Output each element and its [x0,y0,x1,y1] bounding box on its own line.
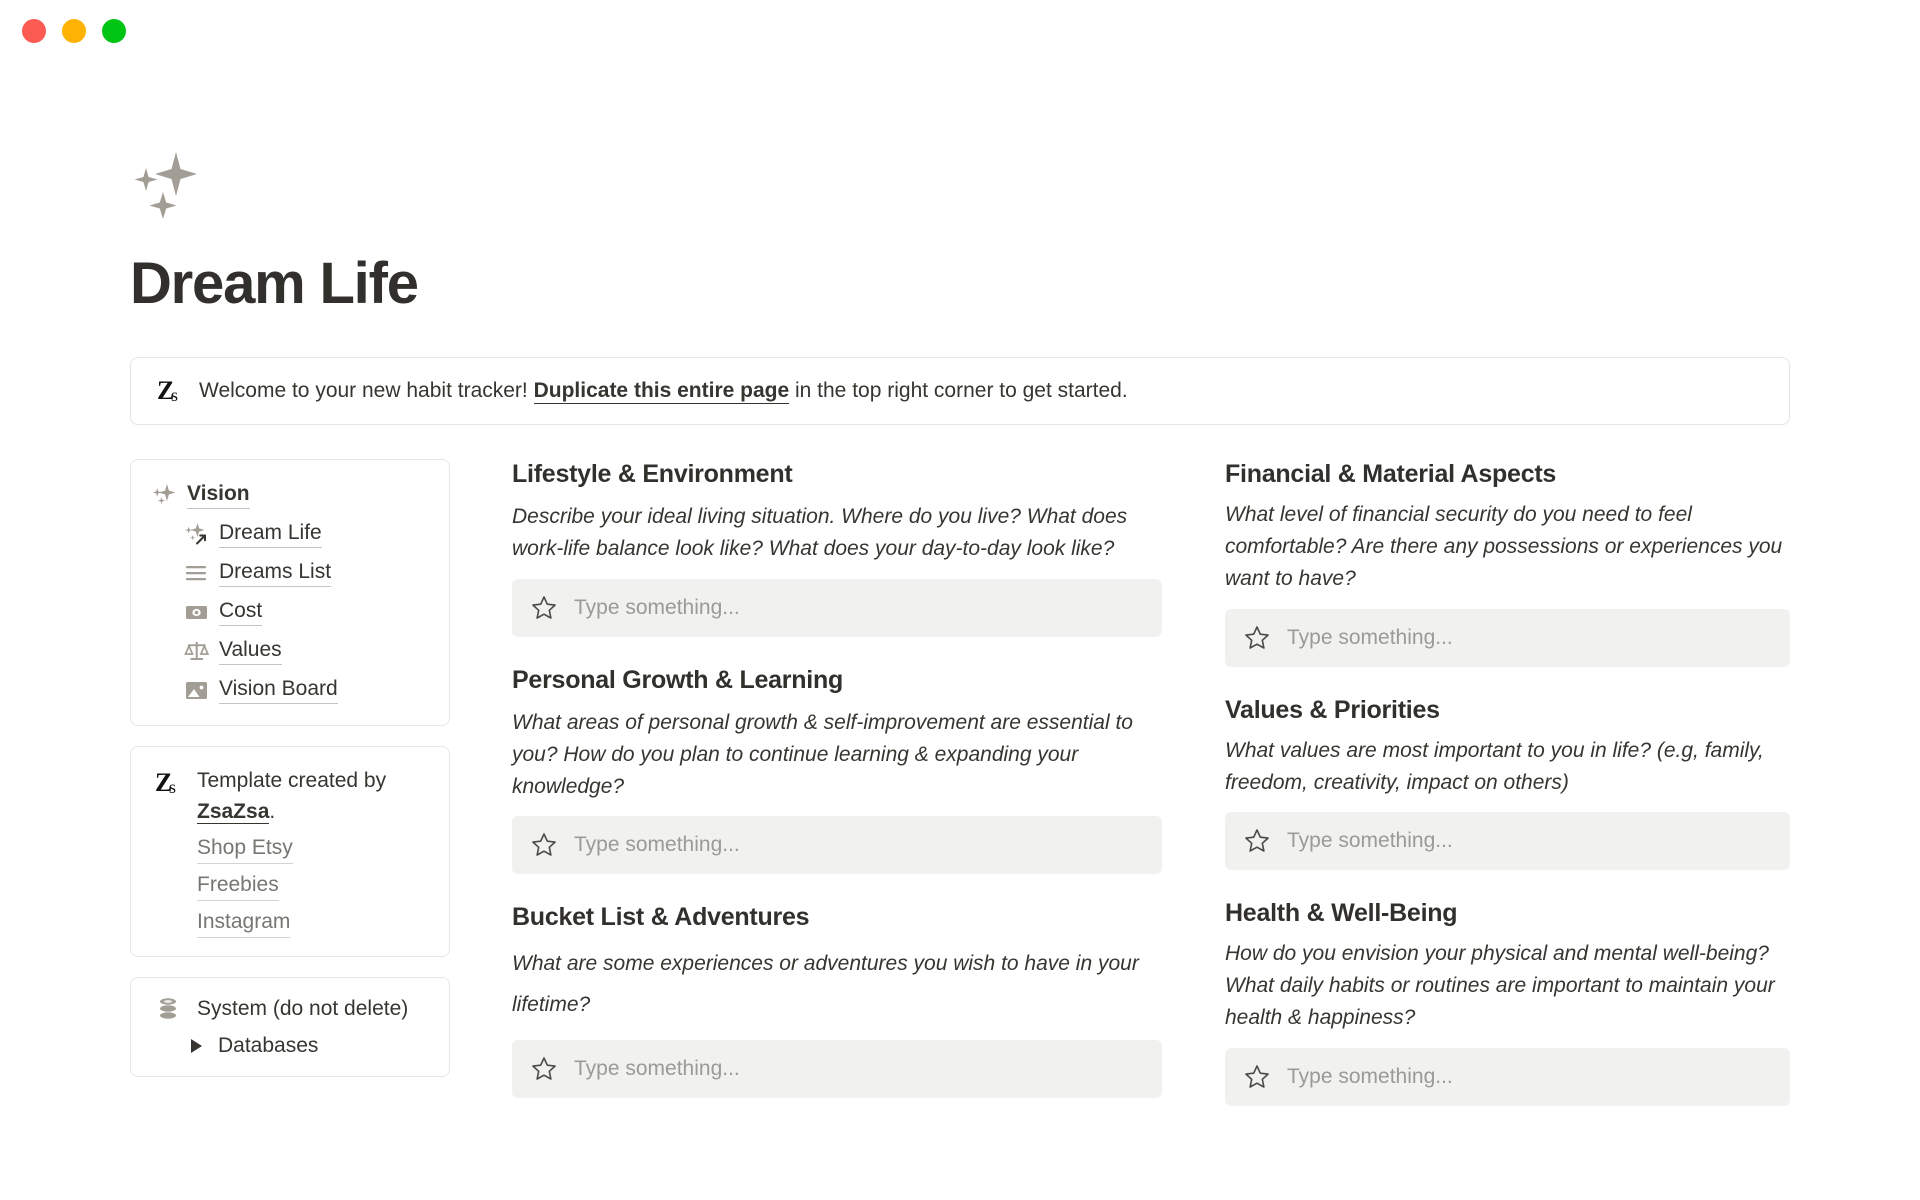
sidebar-item-label: Cost [219,598,262,626]
section-description: How do you envision your physical and me… [1225,938,1790,1034]
sidebar-item-dreams-list[interactable]: Dreams List [151,556,429,590]
bucket-list-input[interactable]: Type something... [512,1040,1162,1098]
money-bill-icon [183,599,211,625]
duplicate-page-link[interactable]: Duplicate this entire page [534,379,790,404]
sidebar-item-vision[interactable]: Vision [151,478,429,512]
sidebar-column: Vision Dream Life [130,459,450,1097]
triangle-right-icon[interactable] [189,1038,204,1054]
right-column: Financial & Material Aspects What level … [1225,459,1790,1134]
welcome-callout[interactable]: Z s Welcome to your new habit tracker! D… [130,357,1790,425]
freebies-link[interactable]: Freebies [197,869,279,901]
instagram-link[interactable]: Instagram [197,906,290,938]
section-heading: Health & Well-Being [1225,898,1790,928]
callout-text-before: Welcome to your new habit tracker! [199,379,534,402]
zsazsa-logo-icon: Z s [151,765,185,798]
callout-text-after: in the top right corner to get started. [789,379,1128,402]
star-outline-icon [530,594,560,622]
section-values-priorities: Values & Priorities What values are most… [1225,695,1790,871]
sidebar-item-values[interactable]: Values [151,634,429,668]
section-description: What values are most important to you in… [1225,735,1790,799]
credit-period: . [269,800,275,823]
system-label: System (do not delete) [197,997,408,1021]
system-card: System (do not delete) Databases [130,977,450,1077]
section-heading: Bucket List & Adventures [512,902,1162,932]
close-button[interactable] [22,19,46,43]
database-icon [151,996,185,1022]
sparkles-icon [151,482,179,508]
section-health-well-being: Health & Well-Being How do you envision … [1225,898,1790,1106]
sidebar-item-cost[interactable]: Cost [151,595,429,629]
health-input[interactable]: Type something... [1225,1048,1790,1106]
system-row[interactable]: System (do not delete) [151,996,429,1022]
databases-toggle[interactable]: Databases [151,1034,429,1058]
section-description: What areas of personal growth & self-imp… [512,707,1162,803]
star-outline-icon [530,1055,560,1083]
image-icon [183,677,211,703]
section-personal-growth-learning: Personal Growth & Learning What areas of… [512,665,1162,875]
input-placeholder: Type something... [574,596,740,620]
svg-text:s: s [169,777,176,797]
input-placeholder: Type something... [574,833,740,857]
input-placeholder: Type something... [1287,1065,1453,1089]
section-description: Describe your ideal living situation. Wh… [512,501,1162,565]
section-heading: Values & Priorities [1225,695,1790,725]
sidebar-item-dream-life[interactable]: Dream Life [151,517,429,551]
section-financial-material-aspects: Financial & Material Aspects What level … [1225,459,1790,667]
sparkle-arrow-icon [183,521,211,547]
maximize-button[interactable] [102,19,126,43]
template-credit-card: Z s Template created by ZsaZsa. Shop Ets… [130,746,450,957]
sidebar-item-label: Values [219,637,282,665]
callout-text: Welcome to your new habit tracker! Dupli… [199,376,1128,406]
page-body: Dream Life Z s Welcome to your new habit… [0,62,1920,1134]
content-columns: Vision Dream Life [130,459,1790,1134]
input-placeholder: Type something... [574,1057,740,1081]
input-placeholder: Type something... [1287,626,1453,650]
section-heading: Financial & Material Aspects [1225,459,1790,489]
sidebar-item-vision-board[interactable]: Vision Board [151,673,429,707]
vision-nav-card: Vision Dream Life [130,459,450,726]
window-titlebar [0,0,1920,62]
star-outline-icon [530,831,560,859]
input-placeholder: Type something... [1287,829,1453,853]
zsazsa-logo-icon: Z s [153,376,187,406]
star-outline-icon [1243,624,1273,652]
section-description: What level of financial security do you … [1225,499,1790,595]
traffic-light-group [22,19,126,43]
sidebar-item-label: Vision Board [219,676,338,704]
page-icon-sparkles-icon[interactable] [130,150,230,222]
section-bucket-list-adventures: Bucket List & Adventures What are some e… [512,902,1162,1098]
section-heading: Lifestyle & Environment [512,459,1162,489]
lifestyle-input[interactable]: Type something... [512,579,1162,637]
financial-input[interactable]: Type something... [1225,609,1790,667]
values-input[interactable]: Type something... [1225,812,1790,870]
sidebar-item-label: Vision [187,481,250,509]
credit-text: Template created by [197,769,386,792]
list-lines-icon [183,560,211,586]
sidebar-item-label: Dream Life [219,520,322,548]
credit-body: Template created by ZsaZsa. Shop Etsy Fr… [197,765,429,938]
section-description: What are some experiences or adventures … [512,944,1162,1026]
main-column: Lifestyle & Environment Describe your id… [512,459,1162,1126]
star-outline-icon [1243,1063,1273,1091]
section-lifestyle-environment: Lifestyle & Environment Describe your id… [512,459,1162,637]
app-window: Dream Life Z s Welcome to your new habit… [0,0,1920,1200]
star-outline-icon [1243,827,1273,855]
credit-row: Z s Template created by ZsaZsa. Shop Ets… [151,765,429,938]
scales-icon [183,638,211,664]
author-link[interactable]: ZsaZsa [197,800,269,824]
minimize-button[interactable] [62,19,86,43]
section-heading: Personal Growth & Learning [512,665,1162,695]
page-title: Dream Life [130,254,1920,315]
databases-label: Databases [218,1034,318,1058]
shop-etsy-link[interactable]: Shop Etsy [197,832,293,864]
personal-growth-input[interactable]: Type something... [512,816,1162,874]
svg-text:s: s [171,385,178,405]
sidebar-item-label: Dreams List [219,559,331,587]
